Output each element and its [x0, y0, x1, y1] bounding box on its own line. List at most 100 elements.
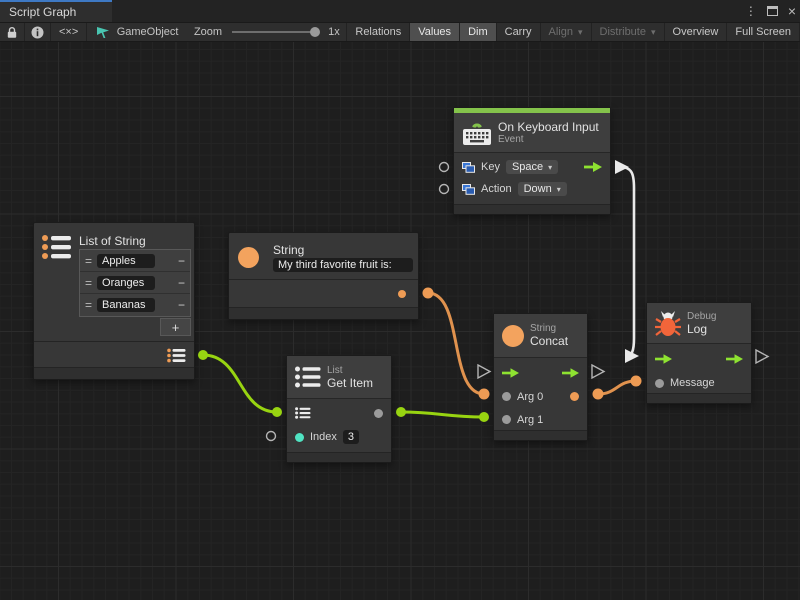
- node-log[interactable]: Debug Log Message: [646, 302, 752, 404]
- node-resize-footer[interactable]: [287, 452, 391, 462]
- values-button[interactable]: Values: [410, 23, 460, 41]
- port-keyboard-key-in[interactable]: [440, 163, 449, 172]
- maximize-icon[interactable]: [767, 6, 778, 16]
- lock-button[interactable]: [0, 23, 25, 41]
- node-concat[interactable]: String Concat Arg 0: [493, 313, 588, 441]
- node-resize-footer[interactable]: [647, 393, 751, 403]
- control-out-arrow-icon[interactable]: [584, 162, 602, 172]
- zoom-slider-handle[interactable]: [310, 27, 320, 37]
- node-resize-footer[interactable]: [454, 204, 610, 214]
- list-item-field[interactable]: Apples: [97, 254, 155, 268]
- carry-button[interactable]: Carry: [497, 23, 541, 41]
- align-dropdown[interactable]: Align: [541, 23, 592, 41]
- tab-title: Script Graph: [9, 5, 76, 19]
- port-concat-result[interactable]: [593, 389, 604, 400]
- node-category: List: [327, 365, 373, 376]
- node-string-literal[interactable]: String My third favorite fruit is:: [228, 232, 419, 320]
- wire-getitem-to-concat[interactable]: [401, 412, 484, 417]
- node-resize-footer[interactable]: [34, 367, 194, 379]
- port-concat-control-in[interactable]: [478, 365, 490, 378]
- wire-concat-to-log[interactable]: [598, 381, 636, 394]
- tab-script-graph[interactable]: Script Graph: [0, 0, 112, 22]
- list-output-icon[interactable]: [167, 348, 187, 363]
- keyboard-icon: [462, 120, 492, 146]
- node-on-keyboard-input[interactable]: On Keyboard Input Event Key Space: [453, 107, 611, 215]
- action-label: Action: [481, 183, 512, 195]
- port-concat-arg0-in[interactable]: [479, 389, 490, 400]
- control-out-arrow-icon[interactable]: [562, 368, 579, 378]
- node-subtitle: Event: [498, 134, 599, 145]
- key-dropdown[interactable]: Space: [506, 160, 558, 174]
- list-input-port-icon[interactable]: [295, 407, 311, 419]
- info-button[interactable]: [25, 23, 51, 41]
- fullscreen-button[interactable]: Full Screen: [727, 23, 800, 41]
- node-get-item[interactable]: List Get Item Index 3: [286, 355, 392, 463]
- item-output-port-icon[interactable]: [374, 409, 383, 418]
- message-port-icon[interactable]: [655, 379, 664, 388]
- distribute-dropdown[interactable]: Distribute: [592, 23, 665, 41]
- dim-button[interactable]: Dim: [460, 23, 497, 41]
- arg0-label: Arg 0: [517, 391, 543, 403]
- result-port-icon[interactable]: [570, 392, 579, 401]
- port-list-output[interactable]: [198, 350, 208, 360]
- wire-list-to-getitem[interactable]: [203, 355, 277, 412]
- port-keyboard-control-out[interactable]: [615, 160, 629, 174]
- wire-string-to-concat[interactable]: [428, 293, 484, 394]
- string-value-field[interactable]: My third favorite fruit is:: [273, 258, 413, 272]
- wire-keyboard-to-log[interactable]: [620, 167, 634, 356]
- key-label: Key: [481, 161, 500, 173]
- remove-item-button[interactable]: −: [178, 276, 185, 290]
- code-view-button[interactable]: <×>: [51, 23, 87, 41]
- node-resize-footer[interactable]: [229, 307, 418, 319]
- string-type-icon: [502, 325, 524, 347]
- port-log-control-in[interactable]: [625, 349, 639, 363]
- list-icon-white: [295, 366, 321, 388]
- enum-icon: [462, 162, 475, 173]
- add-item-button[interactable]: +: [160, 318, 191, 336]
- control-in-arrow-icon[interactable]: [655, 354, 672, 364]
- gameobject-reference[interactable]: GameObject: [90, 23, 185, 41]
- arg0-port-icon[interactable]: [502, 392, 511, 401]
- string-output-port-icon[interactable]: [398, 290, 406, 298]
- overview-button[interactable]: Overview: [665, 23, 728, 41]
- index-value-field[interactable]: 3: [343, 430, 359, 444]
- port-string-output[interactable]: [423, 288, 434, 299]
- enum-icon: [462, 184, 475, 195]
- action-dropdown[interactable]: Down: [518, 182, 567, 196]
- close-icon[interactable]: ×: [788, 6, 796, 16]
- port-log-message-in[interactable]: [631, 376, 642, 387]
- port-concat-control-out[interactable]: [592, 365, 604, 378]
- node-title: List of String: [79, 234, 146, 248]
- drag-handle[interactable]: =: [85, 298, 92, 312]
- port-keyboard-action-in[interactable]: [440, 185, 449, 194]
- drag-handle[interactable]: =: [85, 254, 92, 268]
- node-title: Get Item: [327, 376, 373, 390]
- remove-item-button[interactable]: −: [178, 254, 185, 268]
- relations-button[interactable]: Relations: [347, 23, 410, 41]
- list-item-field[interactable]: Oranges: [97, 276, 155, 290]
- window-menu-icon[interactable]: ⋮: [745, 4, 757, 18]
- arg1-port-icon[interactable]: [502, 415, 511, 424]
- port-concat-arg1-in[interactable]: [479, 412, 489, 422]
- arg1-label: Arg 1: [517, 414, 543, 426]
- port-getitem-index-in[interactable]: [267, 432, 276, 441]
- control-in-arrow-icon[interactable]: [502, 368, 519, 378]
- string-list-editor: = Apples − = Oranges − = Bananas −: [79, 249, 191, 317]
- drag-handle[interactable]: =: [85, 276, 92, 290]
- port-log-control-out[interactable]: [756, 350, 768, 363]
- index-port-icon[interactable]: [295, 433, 304, 442]
- node-resize-footer[interactable]: [494, 430, 587, 440]
- list-item-row: = Bananas −: [80, 294, 190, 316]
- toolbar: <×> GameObject Zoom 1x Relations Values …: [0, 22, 800, 42]
- remove-item-button[interactable]: −: [178, 298, 185, 312]
- port-getitem-list-in[interactable]: [272, 407, 282, 417]
- info-icon: [31, 26, 44, 39]
- script-graph-window: Script Graph ⋮ × <×>: [0, 0, 800, 600]
- list-item-row: = Oranges −: [80, 272, 190, 294]
- node-list-of-string[interactable]: List of String = Apples − = Oranges − = …: [33, 222, 195, 380]
- zoom-slider[interactable]: [232, 23, 318, 41]
- graph-canvas[interactable]: On Keyboard Input Event Key Space: [0, 42, 800, 600]
- port-getitem-output[interactable]: [396, 407, 406, 417]
- control-out-arrow-icon[interactable]: [726, 354, 743, 364]
- list-item-field[interactable]: Bananas: [97, 298, 155, 312]
